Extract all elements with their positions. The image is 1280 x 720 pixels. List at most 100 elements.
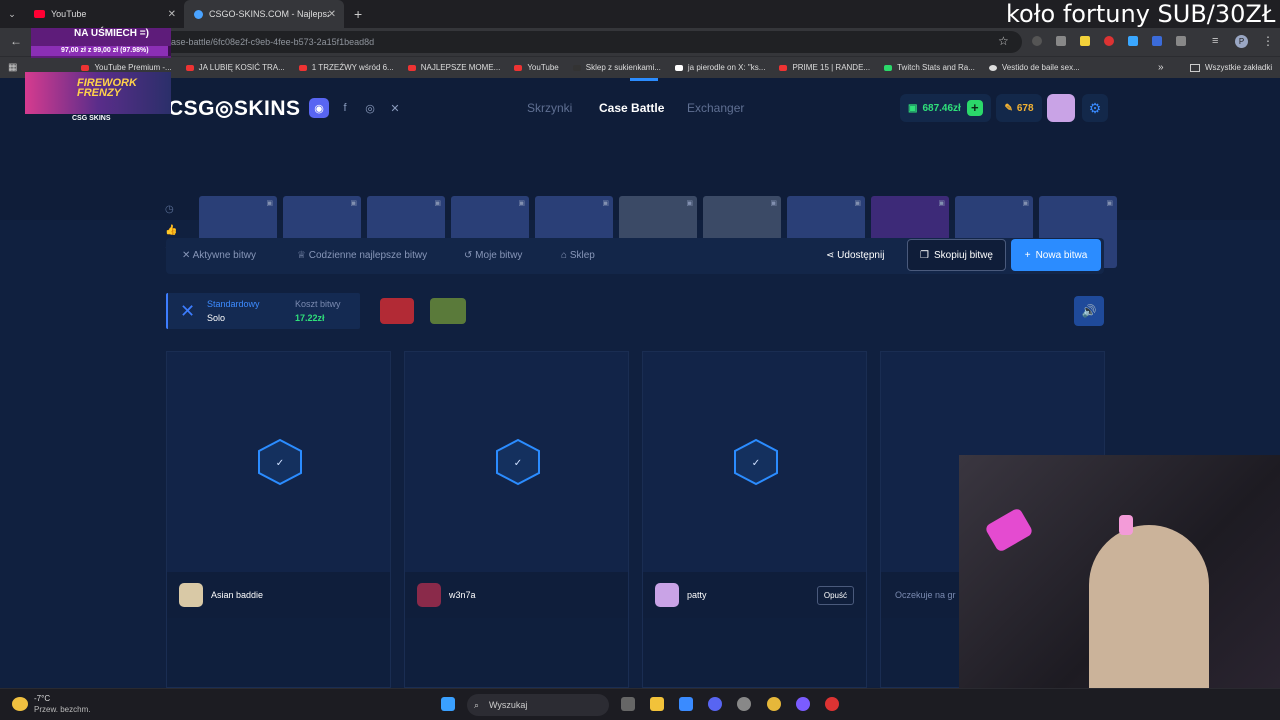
tab-active-battles[interactable]: ✕ Aktywne bitwy [182,250,256,261]
extension-icon[interactable] [1104,36,1114,46]
share-icon: ⋖ [826,250,838,261]
apps-icon[interactable]: ▦ [8,62,17,73]
tab-daily-best[interactable]: ♕ Codzienne najlepsze bitwy [297,250,427,261]
coins-counter[interactable]: ✎ 678 [996,94,1042,122]
profile-icon[interactable]: P [1235,35,1248,48]
bookmark-label: YouTube Premium -... [94,63,172,72]
menu-icon[interactable]: ⋮ [1262,34,1274,48]
discord-icon[interactable] [708,697,722,711]
skin-image [637,204,679,238]
discord-icon[interactable]: ◉ [309,98,329,118]
all-bookmarks[interactable]: Wszystkie zakładki [1190,63,1272,72]
clock-icon[interactable]: ◷ [165,204,181,215]
close-icon[interactable]: ✕ [328,9,336,20]
bookmark[interactable]: YouTube [514,63,559,72]
site-logo[interactable]: CSG◎SKINS [168,96,301,121]
case-icon: ▣ [854,200,861,207]
x-icon[interactable]: ✕ [385,98,405,118]
more-bookmarks-icon[interactable]: » [1158,62,1164,73]
tab-my-battles[interactable]: ↺ Moje bitwy [464,250,522,261]
goal-title: NA UŚMIECH =) [74,28,149,39]
svg-text:✓: ✓ [276,458,284,469]
bookmark[interactable]: Vestido de baile sex... [988,63,1080,72]
case-icon: ▣ [434,200,441,207]
mode-title: Standardowy [207,299,260,309]
tab-csgo[interactable]: CSGO-SKINS.COM - Najlepsze ✕ [184,0,344,28]
thumbs-up-icon[interactable]: 👍 [165,225,181,236]
youtube-icon [185,64,194,71]
tab-youtube[interactable]: YouTube ✕ [24,0,184,28]
new-tab-icon[interactable]: + [354,6,362,22]
chrome-icon[interactable] [767,697,781,711]
tab-shop[interactable]: ⌂ Sklep [561,250,595,261]
nav-case-battle[interactable]: Case Battle [599,101,664,115]
store-icon[interactable] [679,697,693,711]
bookmark[interactable]: Sklep z sukienkami... [572,63,661,72]
url-input[interactable]: csgo-skins.com/case-battle/6fc08e2f-c9eb… [82,31,1022,53]
svg-text:✓: ✓ [514,458,522,469]
user-avatar[interactable] [1047,94,1075,122]
search-icon: ⌕ [474,700,480,710]
deposit-button[interactable]: + [966,100,983,116]
copy-battle-button[interactable]: ❐ Skopiuj bitwę [907,239,1006,271]
app-icon[interactable] [825,697,839,711]
skin-image [385,204,427,238]
bookmark[interactable]: YouTube Premium -... [81,63,172,72]
star-icon[interactable]: ☆ [998,34,1009,48]
player-bar: Asian baddie [167,572,390,618]
player-name: patty [687,590,707,600]
trophy-icon: ♕ [297,250,309,261]
player-avatar [179,583,203,607]
settings-icon[interactable]: ⚙ [1082,94,1108,122]
bookmark[interactable]: PRIME 15 | RANDE... [779,63,870,72]
app-icon[interactable] [737,697,751,711]
bookmark[interactable]: 1 TRZEŹWY wśród 6... [298,63,394,72]
wallet-balance[interactable]: ▣ 687.46zł + [900,94,991,122]
youtube-icon [34,10,45,18]
leave-button[interactable]: Opuść [816,585,854,605]
tab-label: YouTube [51,9,87,19]
extension-icon[interactable] [1056,36,1066,46]
share-button[interactable]: ⋖ Udostępnij [826,250,884,261]
bookmark-label: YouTube [527,63,559,72]
tab-list-icon[interactable]: ⌄ [0,0,24,28]
case-icon: ▣ [686,200,693,207]
case-icon: ▣ [350,200,357,207]
new-battle-button[interactable]: + Nowa bitwa [1011,239,1101,271]
game-banner: FIREWORK FRENZY [25,72,171,114]
extension-icon[interactable] [1080,36,1090,46]
bookmark[interactable]: JA LUBIĘ KOSIĆ TRA... [185,63,285,72]
sound-icon[interactable]: 🔊 [1074,296,1104,326]
slot-drop-area: ✓ [405,352,628,572]
nav-exchanger[interactable]: Exchanger [687,101,744,115]
task-view-icon[interactable] [621,697,635,711]
game-title: FIREWORK FRENZY [77,77,137,99]
instagram-icon[interactable]: ◎ [360,98,380,118]
media-icon[interactable]: ≡ [1212,35,1218,47]
ready-check-icon: ✓ [258,438,302,486]
close-icon[interactable]: ✕ [168,9,176,20]
extension-icon[interactable] [1128,36,1138,46]
app-icon[interactable] [796,697,810,711]
facebook-icon[interactable]: f [335,98,355,118]
weather-icon[interactable] [12,697,28,711]
windows-start-icon[interactable] [441,697,455,711]
taskbar-search[interactable]: ⌕ Wyszukaj [467,694,609,716]
youtube-icon [779,64,788,71]
back-icon[interactable]: ← [10,34,22,48]
file-explorer-icon[interactable] [650,697,664,711]
nav-skrzynki[interactable]: Skrzynki [527,101,572,115]
bookmark[interactable]: Twitch Stats and Ra... [884,63,975,72]
slot-drop-area: ✓ [643,352,866,572]
copy-label: Skopiuj bitwę [934,249,993,261]
cost-value: 17.22zł [295,313,325,323]
player-bar: w3n7a [405,572,628,618]
extension-icon[interactable] [1152,36,1162,46]
extensions-puzzle-icon[interactable] [1176,36,1186,46]
balance-value: 687.46zł [922,102,961,114]
player-bar: patty Opuść [643,572,866,618]
bookmark[interactable]: ja pierodle on X: "ks... [674,63,765,72]
tab-label: Aktywne bitwy [192,250,256,261]
extension-icon[interactable] [1032,36,1042,46]
bookmark[interactable]: NAJLEPSZE MOME... [407,63,500,72]
